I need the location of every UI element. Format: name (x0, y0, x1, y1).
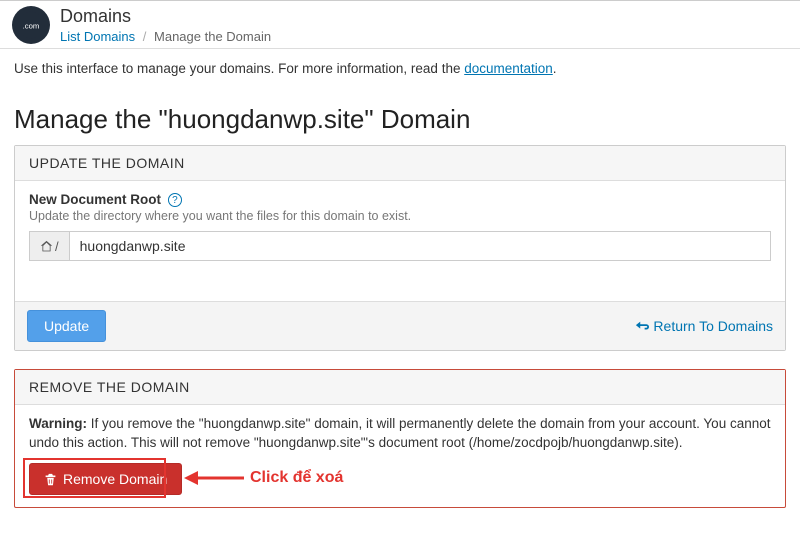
module-title: Domains (60, 6, 271, 28)
update-domain-panel: UPDATE THE DOMAIN New Document Root ? Up… (14, 145, 786, 351)
return-to-domains-link[interactable]: Return To Domains (635, 318, 773, 334)
document-root-help: Update the directory where you want the … (29, 209, 771, 223)
home-icon (40, 240, 53, 253)
documentation-link[interactable]: documentation (464, 61, 553, 76)
document-root-label: New Document Root (29, 192, 161, 207)
breadcrumb-current: Manage the Domain (154, 29, 271, 44)
breadcrumb-separator: / (139, 29, 151, 44)
document-root-input[interactable] (69, 231, 771, 261)
intro-text: Use this interface to manage your domain… (14, 61, 786, 76)
help-icon[interactable]: ? (168, 193, 182, 207)
update-button[interactable]: Update (27, 310, 106, 342)
domains-logo-icon: .com (12, 6, 50, 44)
breadcrumb-list-domains[interactable]: List Domains (60, 29, 135, 44)
logo-text-icon: .com (23, 22, 40, 31)
trash-icon (44, 473, 57, 486)
page-title: Manage the "huongdanwp.site" Domain (14, 104, 786, 135)
annotation-text: Click để xoá (250, 469, 343, 487)
remove-warning-text: Warning: If you remove the "huongdanwp.s… (29, 415, 771, 453)
remove-domain-button[interactable]: Remove Domain (29, 463, 182, 495)
remove-panel-header: REMOVE THE DOMAIN (15, 370, 785, 405)
remove-domain-panel: REMOVE THE DOMAIN Warning: If you remove… (14, 369, 786, 508)
annotation-arrow: Click để xoá (184, 467, 343, 489)
update-panel-header: UPDATE THE DOMAIN (15, 146, 785, 181)
home-path-addon: / (29, 231, 69, 261)
return-icon (635, 319, 649, 333)
page-header: .com Domains List Domains / Manage the D… (0, 0, 800, 49)
breadcrumb: List Domains / Manage the Domain (60, 29, 271, 44)
